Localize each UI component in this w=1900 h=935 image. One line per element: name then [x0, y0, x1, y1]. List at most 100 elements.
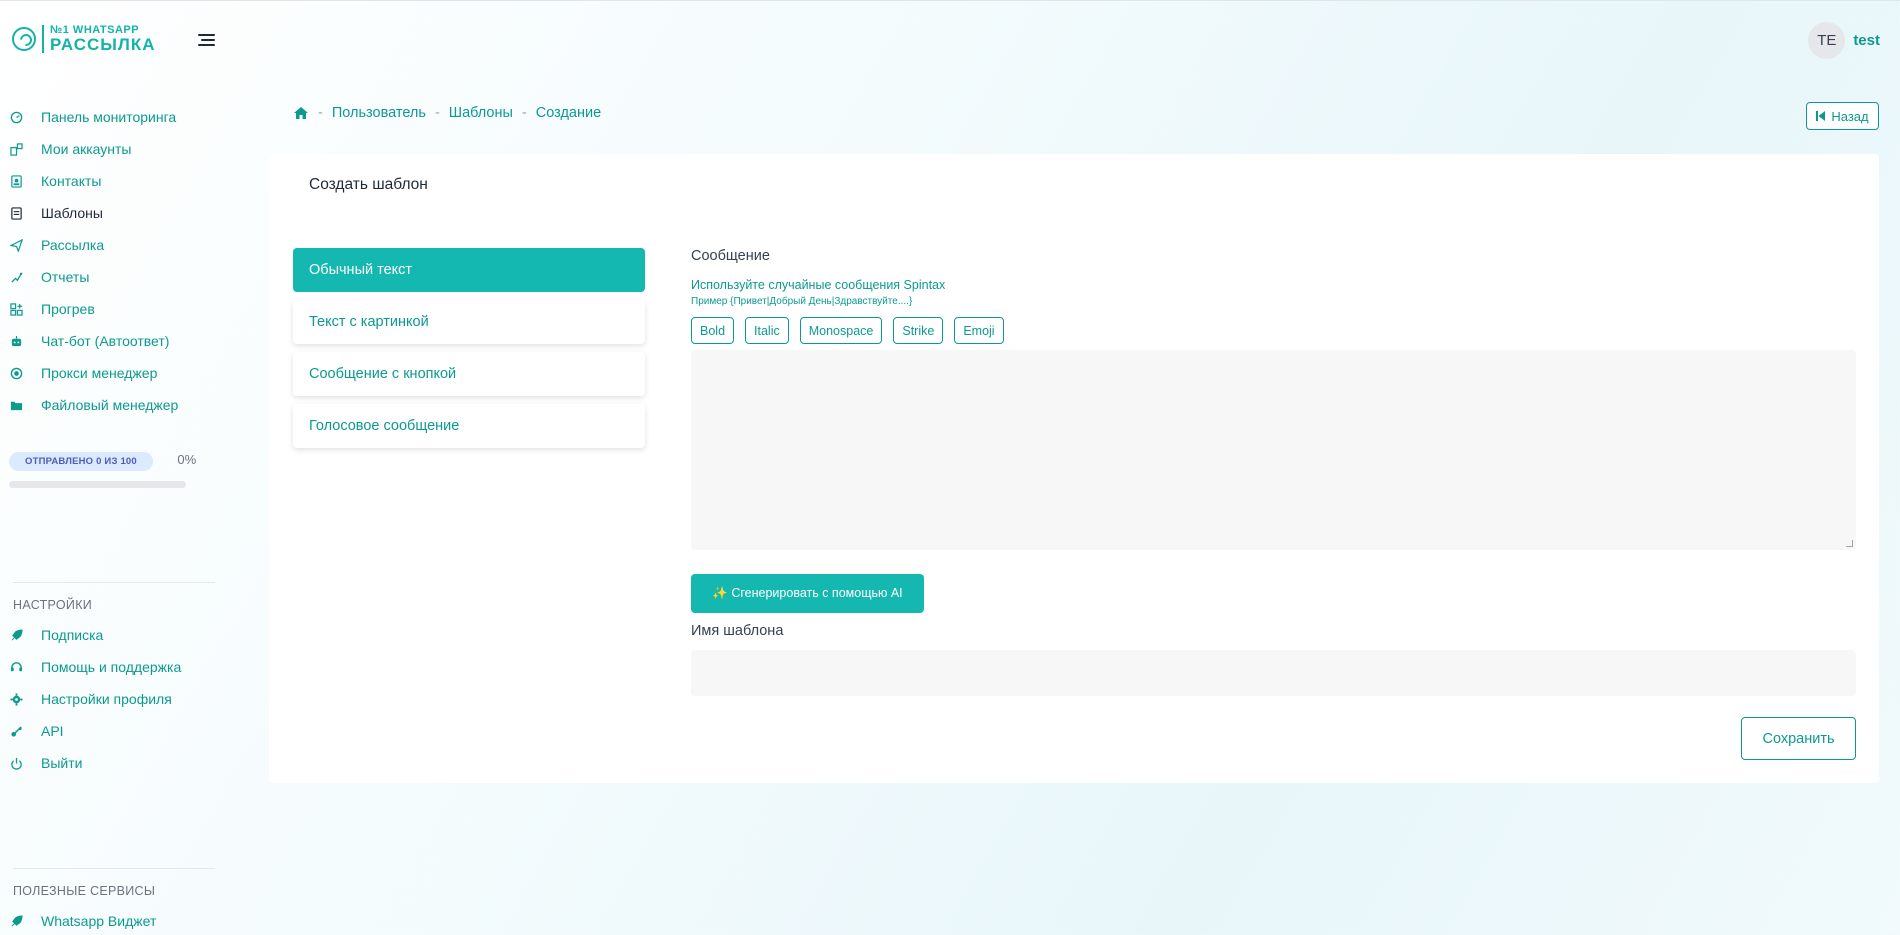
type-plain-text[interactable]: Обычный текст	[293, 248, 645, 292]
bold-button[interactable]: Bold	[691, 317, 735, 344]
sidebar-item-label: API	[41, 723, 64, 739]
widget-icon	[9, 914, 23, 928]
sidebar-item-label: Помощь и поддержка	[41, 659, 182, 675]
sidebar-item-label: Контакты	[41, 173, 102, 189]
accounts-icon	[9, 142, 23, 156]
back-button-label: Назад	[1831, 108, 1869, 124]
sidebar-item-api[interactable]: API	[0, 715, 225, 747]
sidebar-item-label: Настройки профиля	[41, 691, 172, 707]
message-label: Сообщение	[691, 248, 770, 264]
breadcrumb-separator: -	[434, 105, 440, 121]
services-nav: Whatsapp Виджет	[0, 905, 225, 935]
gauge-icon	[9, 110, 23, 124]
skip-back-icon	[1816, 109, 1826, 124]
back-button[interactable]: Назад	[1806, 102, 1879, 130]
reports-icon	[9, 270, 23, 284]
whatsapp-icon	[12, 27, 36, 51]
sidebar-item-support[interactable]: Помощь и поддержка	[0, 651, 225, 683]
settings-section-title: НАСТРОЙКИ	[13, 598, 93, 612]
page-title: Создать шаблон	[309, 176, 428, 193]
sidebar-item-label: Мои аккаунты	[41, 141, 132, 157]
strike-button[interactable]: Strike	[893, 317, 944, 344]
breadcrumb-item-user[interactable]: Пользователь	[332, 105, 426, 121]
template-form: Сообщение Используйте случайные сообщени…	[691, 248, 1856, 696]
sidebar-item-subscription[interactable]: Подписка	[0, 619, 225, 651]
settings-nav: Подписка Помощь и поддержка Настройки пр…	[0, 619, 225, 779]
sidebar-item-proxy[interactable]: Прокси менеджер	[0, 357, 225, 389]
progress-badge: ОТПРАВЛЕНО 0 ИЗ 100	[9, 452, 153, 471]
home-icon[interactable]	[293, 106, 309, 120]
type-text-with-image[interactable]: Текст с картинкой	[293, 300, 645, 344]
breadcrumb-separator: -	[521, 105, 527, 121]
send-progress: ОТПРАВЛЕНО 0 ИЗ 100 0%	[9, 451, 196, 488]
sidebar: №1 WHATSAPP РАССЫЛКА Панель мониторинга …	[0, 1, 225, 935]
sidebar-item-templates[interactable]: Шаблоны	[0, 197, 225, 229]
gear-icon	[9, 692, 23, 706]
sidebar-item-label: Whatsapp Виджет	[41, 913, 157, 929]
format-toolbar: Bold Italic Monospace Strike Emoji	[691, 317, 1856, 344]
menu-toggle-icon[interactable]	[198, 34, 215, 49]
divider	[13, 582, 215, 583]
italic-button[interactable]: Italic	[745, 317, 789, 344]
save-button[interactable]: Сохранить	[1741, 717, 1856, 760]
sidebar-item-label: Подписка	[41, 627, 104, 643]
breadcrumb-item-create[interactable]: Создание	[536, 105, 601, 121]
bot-icon	[9, 334, 23, 348]
sidebar-item-label: Файловый менеджер	[41, 397, 179, 413]
sidebar-item-chatbot[interactable]: Чат-бот (Автоответ)	[0, 325, 225, 357]
progress-percent: 0%	[177, 452, 197, 468]
main-nav: Панель мониторинга Мои аккаунты Контакты…	[0, 101, 225, 421]
breadcrumb: - Пользователь - Шаблоны - Создание	[293, 105, 601, 121]
sidebar-item-contacts[interactable]: Контакты	[0, 165, 225, 197]
sidebar-item-label: Шаблоны	[41, 205, 103, 221]
sidebar-item-label: Рассылка	[41, 237, 105, 253]
type-message-with-button[interactable]: Сообщение с кнопкой	[293, 352, 645, 396]
sidebar-item-label: Выйти	[41, 755, 83, 771]
brand-logo[interactable]: №1 WHATSAPP РАССЫЛКА	[12, 25, 155, 53]
templates-icon	[9, 206, 23, 220]
spintax-hint: Используйте случайные сообщения Spintax	[691, 278, 946, 292]
sidebar-item-label: Отчеты	[41, 269, 90, 285]
spintax-example: Пример {Привет|Добрый День|Здравствуйте.…	[691, 296, 913, 307]
sidebar-item-label: Чат-бот (Автоответ)	[41, 333, 170, 349]
emoji-button[interactable]: Emoji	[954, 317, 1004, 344]
services-section-title: ПОЛЕЗНЫЕ СЕРВИСЫ	[13, 884, 156, 898]
template-name-label: Имя шаблона	[691, 623, 784, 639]
ai-generate-button[interactable]: ✨ Сгенерировать с помощью AI	[691, 574, 924, 613]
contacts-icon	[9, 174, 23, 188]
sidebar-item-accounts[interactable]: Мои аккаунты	[0, 133, 225, 165]
proxy-icon	[9, 366, 23, 380]
avatar[interactable]: TE	[1808, 22, 1846, 59]
sidebar-item-whatsapp-widget[interactable]: Whatsapp Виджет	[0, 905, 225, 935]
user-name[interactable]: test	[1853, 32, 1880, 49]
user-menu[interactable]: TE test	[1808, 22, 1880, 59]
sidebar-item-logout[interactable]: Выйти	[0, 747, 225, 779]
subscription-icon	[9, 628, 23, 642]
power-icon	[9, 756, 23, 770]
sidebar-item-mailing[interactable]: Рассылка	[0, 229, 225, 261]
sidebar-item-label: Панель мониторинга	[41, 109, 177, 125]
warmup-icon	[9, 302, 23, 316]
api-icon	[9, 724, 23, 738]
logo-bottom-text: РАССЫЛКА	[50, 35, 156, 54]
sidebar-item-reports[interactable]: Отчеты	[0, 261, 225, 293]
breadcrumb-item-templates[interactable]: Шаблоны	[449, 105, 513, 121]
sidebar-item-dashboard[interactable]: Панель мониторинга	[0, 101, 225, 133]
sidebar-item-label: Прогрев	[41, 301, 95, 317]
sidebar-item-files[interactable]: Файловый менеджер	[0, 389, 225, 421]
headset-icon	[9, 660, 23, 674]
send-icon	[9, 238, 23, 252]
template-card: Создать шаблон Обычный текст Текст с кар…	[269, 154, 1879, 783]
sidebar-item-profile-settings[interactable]: Настройки профиля	[0, 683, 225, 715]
progress-bar	[9, 481, 186, 488]
sidebar-item-warmup[interactable]: Прогрев	[0, 293, 225, 325]
message-textarea[interactable]	[691, 350, 1856, 550]
sidebar-item-label: Прокси менеджер	[41, 365, 158, 381]
divider	[13, 868, 215, 869]
logo-text: №1 WHATSAPP РАССЫЛКА	[50, 25, 156, 54]
folder-icon	[9, 398, 23, 412]
template-name-input[interactable]	[691, 650, 1856, 696]
type-voice-message[interactable]: Голосовое сообщение	[293, 404, 645, 448]
monospace-button[interactable]: Monospace	[799, 317, 883, 344]
logo-divider	[42, 25, 44, 53]
